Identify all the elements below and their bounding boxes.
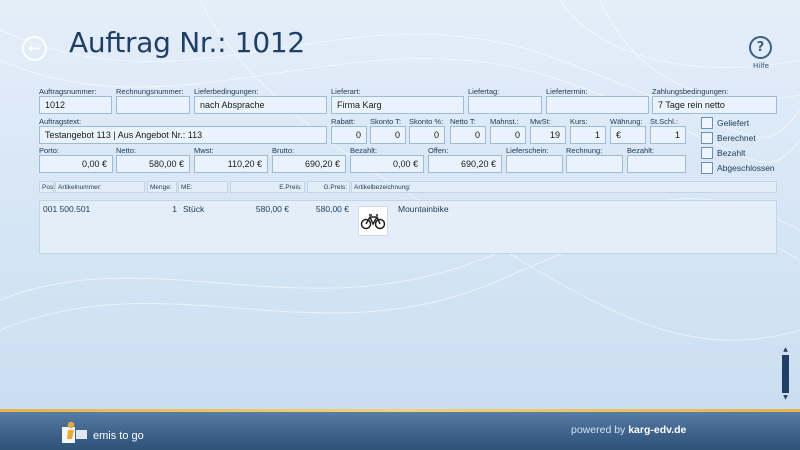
exchange-rate-label: Kurs: — [570, 117, 588, 126]
order-number-label: Auftragsnummer: — [39, 87, 97, 96]
delivery-terms-label: Lieferbedingungen: — [194, 87, 259, 96]
currency-field[interactable]: € — [610, 126, 646, 144]
delivery-note-label: Lieferschein: — [506, 146, 549, 155]
checkbox-label: Bezahlt — [717, 148, 746, 158]
table-row[interactable]: 001 500.501 1 Stück 580,00 € 580,00 € Mo… — [40, 201, 776, 241]
powered-by[interactable]: powered by karg-edv.de — [571, 424, 686, 436]
delivery-terms-field[interactable]: nach Absprache — [194, 96, 327, 114]
app-logo-text: emis to go — [93, 430, 144, 442]
checkbox-label: Berechnet — [717, 133, 756, 143]
paid-date-label: Bezahlt: — [627, 146, 655, 155]
checkbox-box[interactable] — [701, 147, 713, 159]
powered-by-brand: karg-edv.de — [628, 424, 687, 436]
exchange-rate-field[interactable]: 1 — [570, 126, 606, 144]
scrollbar-thumb[interactable] — [782, 355, 789, 393]
column-header-article-number[interactable]: Artikelnummer: — [55, 181, 145, 193]
cell-quantity: 1 — [172, 204, 177, 214]
skonto-percent-field[interactable]: 0 — [409, 126, 445, 144]
vat-amount-label: Mwst: — [194, 146, 214, 155]
invoice-number-field[interactable] — [116, 96, 190, 114]
shipping-method-label: Lieferart: — [331, 87, 361, 96]
payment-terms-label: Zahlungsbedingungen: — [652, 87, 729, 96]
powered-by-prefix: powered by — [571, 424, 626, 436]
checkbox-delivered[interactable]: Geliefert — [701, 117, 749, 129]
order-number-field[interactable]: 1012 — [39, 96, 112, 114]
dunning-level-label: Mahnst.: — [490, 117, 519, 126]
paid-date-field[interactable] — [627, 155, 686, 173]
cell-pos-article-number: 001 500.501 — [43, 204, 91, 214]
article-thumbnail[interactable] — [358, 206, 388, 236]
invoice-label: Rechnung: — [566, 146, 603, 155]
column-header-description[interactable]: Artikelbezeichnung: — [351, 181, 777, 193]
column-header-unit[interactable]: ME: — [178, 181, 228, 193]
skonto-days-label: Skonto T: — [370, 117, 402, 126]
checkbox-invoiced[interactable]: Berechnet — [701, 132, 756, 144]
net-days-field[interactable]: 0 — [450, 126, 486, 144]
emis-logo-icon — [62, 421, 87, 443]
shipping-method-field[interactable]: Firma Karg — [331, 96, 464, 114]
cell-description: Mountainbike — [398, 204, 449, 214]
order-text-field[interactable]: Testangebot 113 | Aus Angebot Nr.: 113 — [39, 126, 327, 144]
footer-stripe — [0, 409, 800, 412]
checkbox-box[interactable] — [701, 132, 713, 144]
vat-rate-field[interactable]: 19 — [530, 126, 566, 144]
column-header-quantity[interactable]: Menge: — [147, 181, 177, 193]
tax-key-label: St.Schl.: — [650, 117, 678, 126]
cell-total-price: 580,00 € — [315, 204, 349, 214]
gross-field[interactable]: 690,20 € — [272, 155, 346, 173]
bicycle-icon — [360, 214, 386, 230]
delivery-date-label: Liefertermin: — [546, 87, 588, 96]
postage-field[interactable]: 0,00 € — [39, 155, 113, 173]
column-header-total-price[interactable]: G.Preis: — [307, 181, 350, 193]
scroll-down-icon[interactable]: ▼ — [781, 394, 790, 402]
help-button[interactable]: ? — [749, 36, 772, 59]
delivery-day-label: Liefertag: — [468, 87, 500, 96]
delivery-note-field[interactable] — [506, 155, 563, 173]
items-table-header: Pos: Artikelnummer: Menge: ME: E.Preis: … — [39, 181, 777, 193]
checkbox-label: Abgeschlossen — [717, 163, 775, 173]
open-amount-field[interactable]: 690,20 € — [428, 155, 502, 173]
tax-key-field[interactable]: 1 — [650, 126, 686, 144]
dunning-level-field[interactable]: 0 — [490, 126, 526, 144]
cell-unit-price: 580,00 € — [255, 204, 289, 214]
checkbox-box[interactable] — [701, 117, 713, 129]
arrow-left-icon: ← — [28, 39, 41, 57]
skonto-percent-label: Skonto %: — [409, 117, 444, 126]
checkbox-box[interactable] — [701, 162, 713, 174]
delivery-date-field[interactable] — [546, 96, 649, 114]
net-label: Netto: — [116, 146, 137, 155]
open-amount-label: Offen: — [428, 146, 449, 155]
checkbox-paid[interactable]: Bezahlt — [701, 147, 745, 159]
checkbox-completed[interactable]: Abgeschlossen — [701, 162, 775, 174]
discount-label: Rabatt: — [331, 117, 356, 126]
invoice-number-label: Rechnungsnummer: — [116, 87, 184, 96]
order-text-label: Auftragstext: — [39, 117, 82, 126]
net-days-label: Netto T: — [450, 117, 476, 126]
column-header-pos[interactable]: Pos: — [39, 181, 55, 193]
invoice-field[interactable] — [566, 155, 623, 173]
cell-unit: Stück — [183, 204, 205, 214]
vat-amount-field[interactable]: 110,20 € — [194, 155, 268, 173]
payment-terms-field[interactable]: 7 Tage rein netto — [652, 96, 777, 114]
question-mark-icon: ? — [756, 40, 765, 55]
gross-label: Brutto: — [272, 146, 295, 155]
page-title: Auftrag Nr.: 1012 — [69, 26, 305, 59]
checkbox-label: Geliefert — [717, 118, 750, 128]
vertical-scrollbar[interactable]: ▲ ▼ — [781, 346, 790, 402]
column-header-unit-price[interactable]: E.Preis: — [230, 181, 305, 193]
paid-amount-label: Bezahlt: — [350, 146, 378, 155]
back-button[interactable]: ← — [22, 36, 47, 61]
scroll-up-icon[interactable]: ▲ — [781, 346, 790, 354]
items-table-body: 001 500.501 1 Stück 580,00 € 580,00 € Mo… — [39, 200, 777, 254]
delivery-day-field[interactable] — [468, 96, 542, 114]
discount-field[interactable]: 0 — [331, 126, 367, 144]
currency-label: Währung: — [610, 117, 643, 126]
skonto-days-field[interactable]: 0 — [370, 126, 406, 144]
postage-label: Porto: — [39, 146, 60, 155]
paid-amount-field[interactable]: 0,00 € — [350, 155, 424, 173]
help-label: Hilfe — [753, 62, 769, 70]
vat-rate-label: MwSt: — [530, 117, 551, 126]
net-field[interactable]: 580,00 € — [116, 155, 190, 173]
